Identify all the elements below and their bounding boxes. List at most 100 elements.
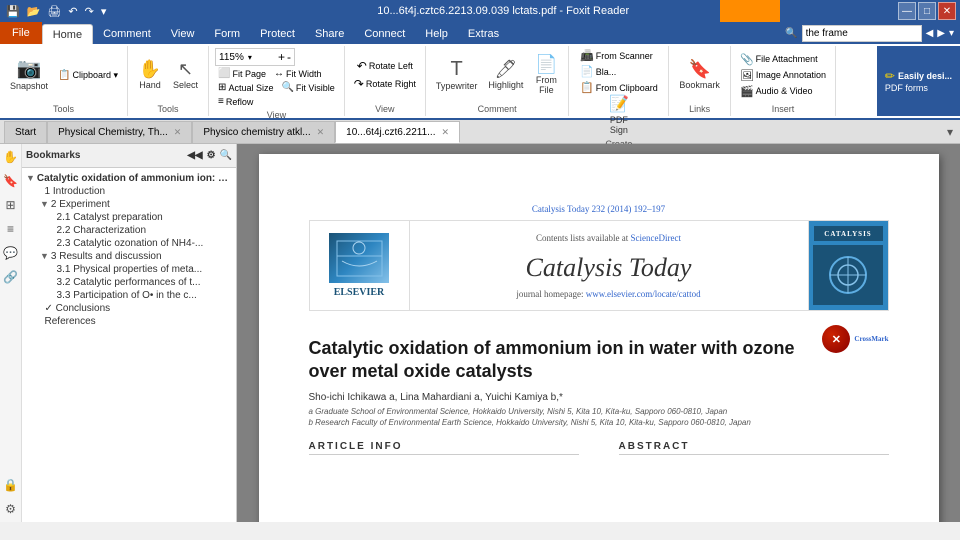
bookmark-catalyst-prep[interactable]: 2.1 Catalyst preparation (26, 211, 232, 224)
crossmark-circle: ✕ (822, 325, 850, 353)
bookmark-root[interactable]: ▼ Catalytic oxidation of ammonium ion: m… (26, 172, 232, 185)
close-tab-physchem[interactable]: ✕ (174, 127, 182, 138)
close-button[interactable]: ✕ (938, 2, 956, 20)
thumbs-panel-icon[interactable]: ⊞ (2, 196, 20, 214)
audio-video-button[interactable]: 🎬 Audio & Video (737, 84, 816, 99)
actual-size-button[interactable]: ⊞ Actual Size (215, 81, 276, 94)
ribbon-group-rotate: ↶ Rotate Left ↷ Rotate Right View (345, 46, 426, 116)
pdf-journal-header: ELSEVIER Contents lists available at Sci… (309, 220, 889, 311)
doc-tab-start[interactable]: Start (4, 121, 47, 143)
doc-tab-current[interactable]: 10...6t4j.czt6.2211... ✕ (335, 121, 460, 143)
tabs-dropdown-button[interactable]: ▾ (940, 121, 960, 143)
rotate-left-button[interactable]: ↶ Rotate Left (354, 58, 416, 74)
comments-panel-icon[interactable]: 💬 (2, 244, 20, 262)
maximize-button[interactable]: □ (918, 2, 936, 20)
security-panel-icon[interactable]: 🔒 (2, 476, 20, 494)
print-icon[interactable]: 🖨 (45, 4, 63, 19)
open-icon[interactable]: 📂 (25, 4, 43, 19)
rotate-right-button[interactable]: ↷ Rotate Right (351, 76, 419, 92)
zoom-in-icon[interactable]: + (278, 50, 285, 64)
tab-home[interactable]: Home (42, 24, 93, 44)
close-tab-current[interactable]: ✕ (441, 127, 449, 138)
properties-panel-icon[interactable]: ⚙ (2, 500, 20, 518)
links-panel-icon[interactable]: 🔗 (2, 268, 20, 286)
fit-visible-button[interactable]: 🔍 Fit Visible (278, 81, 337, 94)
doc-tab-physchem[interactable]: Physical Chemistry, Th... ✕ (47, 121, 192, 143)
ribbon-group-insert: 📎 File Attachment 🖼 Image Annotation 🎬 A… (731, 46, 836, 116)
image-annotation-button[interactable]: 🖼 Image Annotation (737, 68, 829, 83)
bookmarks-options-icon[interactable]: ⚙ (207, 150, 216, 161)
undo-icon[interactable]: ↶ (66, 4, 79, 19)
tab-share[interactable]: Share (305, 24, 354, 44)
bookmark-intro[interactable]: 1 Introduction (26, 185, 232, 198)
highlight-button[interactable]: 🖊 Highlight (484, 58, 527, 92)
bookmark-catalytic-perf[interactable]: 3.2 Catalytic performances of t... (26, 276, 232, 289)
tab-protect[interactable]: Protect (250, 24, 305, 44)
journal-cover-image: CATALYSIS (808, 221, 888, 310)
from-scanner-button[interactable]: 📠 From Scanner (577, 48, 656, 63)
tab-comment[interactable]: Comment (93, 24, 161, 44)
tab-view[interactable]: View (161, 24, 205, 44)
tab-file[interactable]: File (0, 22, 42, 44)
window-controls[interactable]: — □ ✕ (898, 2, 956, 20)
pdf-viewer[interactable]: Catalysis Today 232 (2014) 192–197 ELSEV… (237, 144, 960, 522)
left-icon-rail: ✋ 🔖 ⊞ ≡ 💬 🔗 🔒 ⚙ (0, 144, 22, 522)
tab-help[interactable]: Help (415, 24, 458, 44)
fit-page-button[interactable]: ⬜ Fit Page (215, 67, 269, 80)
reflow-button[interactable]: ≡ Reflow (215, 95, 256, 108)
doc-tab-physchem2[interactable]: Physico chemistry atkl... ✕ (192, 121, 335, 143)
easy-pdf-button[interactable]: ✏ Easily desi... PDF forms (877, 46, 960, 116)
dropdown-icon[interactable]: ▾ (99, 4, 109, 19)
tab-connect[interactable]: Connect (354, 24, 415, 44)
hand-tool-rail-icon[interactable]: ✋ (2, 148, 20, 166)
bookmarks-collapse-icon[interactable]: ◀◀ (187, 150, 202, 161)
affiliation-a: a Graduate School of Environmental Scien… (309, 407, 889, 416)
layers-panel-icon[interactable]: ≡ (2, 220, 20, 238)
bookmark-conclusions[interactable]: ✓ Conclusions (26, 302, 232, 315)
redo-icon[interactable]: ↷ (83, 4, 96, 19)
bookmark-participation[interactable]: 3.3 Participation of O• in the c... (26, 289, 232, 302)
bookmarks-panel-icon[interactable]: 🔖 (2, 172, 20, 190)
search-more[interactable]: ▾ (949, 28, 954, 39)
from-clipboard-button[interactable]: 📋 From Clipboard (577, 80, 661, 95)
bookmark-button[interactable]: 🔖 Bookmark (675, 58, 724, 92)
tab-form[interactable]: Form (204, 24, 250, 44)
search-input[interactable] (802, 25, 922, 42)
quick-access-toolbar[interactable]: 💾 📂 🖨 ↶ ↷ ▾ (4, 4, 108, 19)
hand-tool-button[interactable]: ✋ Hand (134, 58, 166, 92)
snapshot-button[interactable]: 📷 Snapshot (6, 57, 52, 93)
blank-button[interactable]: 📄 Bla... (577, 64, 619, 79)
close-tab-physchem2[interactable]: ✕ (317, 127, 325, 138)
file-attachment-button[interactable]: 📎 File Attachment (737, 52, 821, 67)
pdf-sign-button[interactable]: 📝 PDFSign (605, 95, 633, 137)
journal-homepage: journal homepage: www.elsevier.com/locat… (516, 289, 700, 299)
bookmark-references[interactable]: References (26, 315, 232, 328)
ribbon-search: 🔍 ◀ ▶ ▾ (785, 25, 960, 44)
minimize-button[interactable]: — (898, 2, 916, 20)
tab-extras[interactable]: Extras (458, 24, 509, 44)
select-icon: ↖ (178, 60, 193, 78)
zoom-out-icon[interactable]: - (287, 50, 291, 64)
zoom-control[interactable]: 115% ▾ + - (215, 48, 295, 66)
fit-visible-icon: 🔍 (281, 82, 293, 93)
select-tool-button[interactable]: ↖ Select (169, 58, 202, 92)
search-nav-prev[interactable]: ◀ (926, 28, 934, 39)
bookmark-results[interactable]: ▼ 3 Results and discussion (26, 250, 232, 263)
zoom-dropdown-icon: ▾ (248, 53, 252, 62)
bookmark-experiment[interactable]: ▼ 2 Experiment (26, 198, 232, 211)
bookmark-catalytic-ozon[interactable]: 2.3 Catalytic ozonation of NH4-... (26, 237, 232, 250)
save-icon[interactable]: 💾 (4, 4, 22, 19)
bookmark-characterization[interactable]: 2.2 Characterization (26, 224, 232, 237)
bookmarks-search-icon[interactable]: 🔍 (220, 150, 232, 161)
elsevier-logo-area: ELSEVIER (310, 221, 410, 310)
document-tabs-bar: Start Physical Chemistry, Th... ✕ Physic… (0, 120, 960, 144)
from-file-comment-button[interactable]: 📄 FromFile (530, 53, 562, 97)
search-nav-next[interactable]: ▶ (937, 28, 945, 39)
fit-width-button[interactable]: ↔ Fit Width (271, 67, 325, 80)
clipboard2-icon: 📋 (580, 81, 594, 94)
clipboard-button[interactable]: 📋 Clipboard ▾ (55, 69, 121, 82)
typewriter-button[interactable]: T Typewriter (432, 57, 482, 93)
bookmark-physical[interactable]: 3.1 Physical properties of meta... (26, 263, 232, 276)
bookmarks-tree: ▼ Catalytic oxidation of ammonium ion: m… (22, 168, 236, 522)
easy-pdf-icon: ✏ (885, 69, 895, 83)
